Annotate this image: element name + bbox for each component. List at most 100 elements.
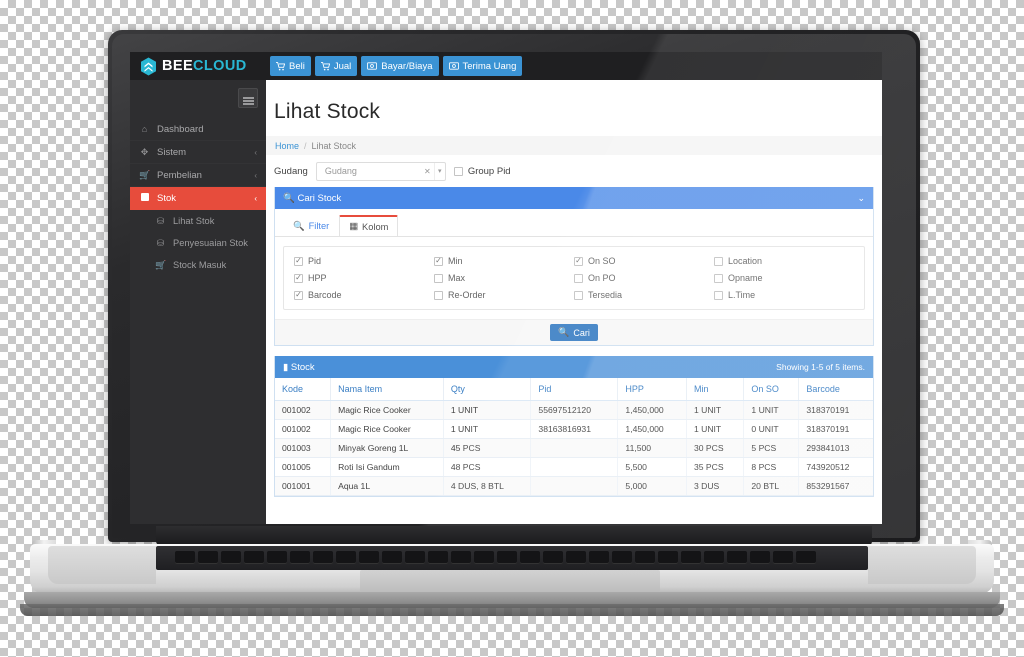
checkbox-box[interactable] [434, 273, 443, 283]
cell-hpp: 1,450,000 [617, 400, 687, 420]
nav-button-label: Bayar/Biaya [381, 60, 433, 72]
cell-pid: 38163816931 [530, 419, 619, 439]
tab-filter[interactable]: 🔍 Filter [283, 215, 339, 236]
nav-button-label: Terima Uang [462, 60, 517, 72]
checkbox-box[interactable] [574, 290, 583, 300]
brand-logo[interactable]: BEECLOUD [130, 52, 266, 80]
column-checkbox-pid[interactable]: Pid [294, 256, 434, 266]
breadcrumb-home-link[interactable]: Home [275, 141, 299, 151]
column-checkbox-tersedia[interactable]: Tersedia [574, 290, 714, 300]
box-icon [139, 193, 150, 203]
nav-button-bayar-biaya[interactable]: Bayar/Biaya [361, 56, 439, 76]
column-header-min[interactable]: Min [686, 378, 745, 401]
checkbox-box[interactable] [434, 256, 443, 266]
checkbox-box[interactable] [294, 290, 303, 300]
column-header-hpp[interactable]: HPP [617, 378, 687, 401]
table-row[interactable]: 001003 Minyak Goreng 1L 45 PCS 11,500 30… [275, 438, 873, 458]
column-checkbox-on-so[interactable]: On SO [574, 256, 714, 266]
checkbox-box[interactable] [714, 273, 723, 283]
column-checkbox-barcode[interactable]: Barcode [294, 290, 434, 300]
sidebar-item-pembelian[interactable]: 🛒 Pembelian ‹ [130, 164, 266, 187]
chevron-down-icon[interactable]: ⌄ [857, 193, 865, 204]
column-header-barcode[interactable]: Barcode [798, 378, 873, 401]
table-row[interactable]: 001002 Magic Rice Cooker 1 UNIT 55697512… [275, 400, 873, 420]
cell-kode: 001002 [275, 419, 332, 439]
cell-nama-item: Magic Rice Cooker [330, 400, 444, 420]
cell-qty: 48 PCS [443, 457, 532, 477]
stock-panel: ▮ Stock Showing 1-5 of 5 items. Kode Nam… [274, 356, 874, 497]
cell-hpp: 1,450,000 [617, 419, 687, 439]
sidebar-item-sistem[interactable]: ✥ Sistem ‹ [130, 141, 266, 164]
column-label: Max [448, 273, 466, 283]
group-pid-checkbox[interactable] [453, 166, 463, 176]
cart-icon [320, 61, 330, 71]
table-header-row: Kode Nama Item Qty Pid HPP Min On SO Bar… [275, 378, 873, 401]
table-icon: ▦ [349, 221, 359, 231]
hamburger-icon[interactable] [238, 88, 258, 108]
column-label: Min [448, 256, 463, 266]
cell-pid [530, 457, 619, 477]
checkbox-box[interactable] [294, 273, 303, 283]
caret-down-icon[interactable]: ▾ [433, 162, 445, 180]
breadcrumb-separator: / [304, 140, 307, 151]
cell-kode: 001001 [275, 476, 332, 496]
column-label: Opname [728, 273, 763, 283]
stock-table: Kode Nama Item Qty Pid HPP Min On SO Bar… [275, 378, 873, 496]
column-checkbox-hpp[interactable]: HPP [294, 273, 434, 283]
cari-button[interactable]: 🔍 Cari [550, 324, 598, 341]
sidebar-item-label: Dashboard [157, 123, 204, 135]
nav-button-jual[interactable]: Jual [314, 56, 358, 76]
search-panel-tabs: 🔍 Filter ▦ Kolom [275, 209, 873, 237]
brand-word-b: CLOUD [193, 57, 247, 74]
column-header-pid[interactable]: Pid [530, 378, 619, 401]
cell-hpp: 5,000 [617, 476, 687, 496]
column-checkbox-max[interactable]: Max [434, 273, 574, 283]
cell-min: 1 UNIT [686, 419, 745, 439]
column-checkbox-grid: Pid Min On SO Location HPP Max On PO Opn… [284, 256, 864, 300]
gudang-select-placeholder: Gudang [324, 166, 357, 176]
cell-kode: 001003 [275, 438, 332, 458]
cell-nama-item: Roti Isi Gandum [330, 457, 444, 477]
sidebar-item-label: Stock Masuk [173, 260, 227, 270]
checkbox-box[interactable] [294, 256, 303, 266]
cell-barcode: 318370191 [798, 419, 873, 439]
search-panel-footer: 🔍 Cari [275, 319, 873, 345]
nav-button-beli[interactable]: Beli [270, 56, 311, 76]
column-checkbox-min[interactable]: Min [434, 256, 574, 266]
briefcase-icon: ▮ [283, 361, 289, 373]
column-header-qty[interactable]: Qty [443, 378, 532, 401]
table-row[interactable]: 001005 Roti Isi Gandum 48 PCS 5,500 35 P… [275, 457, 873, 477]
table-row[interactable]: 001002 Magic Rice Cooker 1 UNIT 38163816… [275, 419, 873, 439]
sidebar-item-stok[interactable]: Stok ‹ [130, 187, 266, 210]
checkbox-box[interactable] [434, 290, 443, 300]
checkbox-box[interactable] [574, 273, 583, 283]
column-checkbox-re-order[interactable]: Re-Order [434, 290, 574, 300]
cart-icon [276, 61, 285, 71]
column-checkbox-location[interactable]: Location [714, 256, 854, 266]
column-label: Barcode [308, 290, 342, 300]
close-icon[interactable]: ✕ [421, 167, 434, 176]
column-checkbox-l-time[interactable]: L.Time [714, 290, 854, 300]
showing-count: Showing 1-5 of 5 items. [776, 362, 865, 372]
sidebar-item-penyesuaian-stok[interactable]: ⛁ Penyesuaian Stok [130, 232, 266, 254]
checkbox-box[interactable] [714, 290, 723, 300]
table-row[interactable]: 001001 Aqua 1L 4 DUS, 8 BTL 5,000 3 DUS … [275, 476, 873, 496]
gudang-select[interactable]: Gudang ✕ ▾ [315, 161, 446, 181]
column-checkbox-opname[interactable]: Opname [714, 273, 854, 283]
checkbox-box[interactable] [714, 256, 723, 266]
column-header-nama-item[interactable]: Nama Item [330, 378, 444, 401]
sidebar-item-stock-masuk[interactable]: 🛒 Stock Masuk [130, 254, 266, 276]
cell-barcode: 318370191 [798, 400, 873, 420]
nav-button-terima-uang[interactable]: Terima Uang [442, 56, 523, 76]
column-header-on-so[interactable]: On SO [743, 378, 800, 401]
tab-kolom[interactable]: ▦ Kolom [339, 215, 399, 236]
brand-word-a: BEE [162, 57, 194, 74]
sidebar-item-dashboard[interactable]: ⌂ Dashboard [130, 118, 266, 141]
column-checkbox-on-po[interactable]: On PO [574, 273, 714, 283]
sidebar-item-lihat-stok[interactable]: ⛁ Lihat Stok [130, 210, 266, 232]
cell-pid [530, 438, 619, 458]
group-pid-checkbox-wrap[interactable]: Group Pid [453, 166, 511, 177]
sidebar-menu: ⌂ Dashboard ✥ Sistem ‹ 🛒 Pembelian ‹ Sto… [130, 80, 266, 276]
column-header-kode[interactable]: Kode [275, 378, 332, 401]
checkbox-box[interactable] [574, 256, 583, 266]
